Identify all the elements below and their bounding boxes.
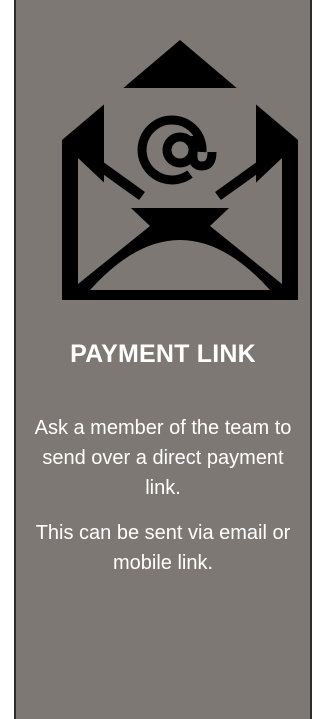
card-description-secondary: This can be sent via email or mobile lin… xyxy=(35,522,291,574)
card-title: PAYMENT LINK xyxy=(70,340,256,368)
payment-link-card: PAYMENT LINK Ask a member of the team to… xyxy=(14,0,312,719)
card-description: Ask a member of the team to send over a … xyxy=(34,417,292,499)
envelope-email-icon xyxy=(62,40,298,300)
